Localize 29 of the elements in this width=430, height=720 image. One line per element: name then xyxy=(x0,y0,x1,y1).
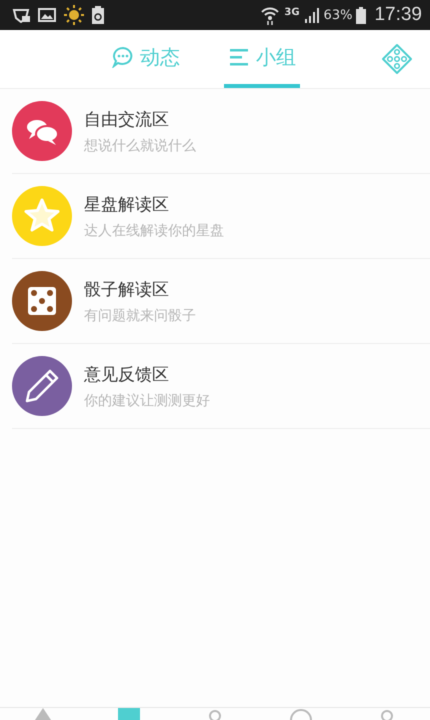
battery-saver-icon xyxy=(92,6,104,24)
group-title: 星盘解读区 xyxy=(84,194,170,216)
group-title: 骰子解读区 xyxy=(84,278,170,300)
lines-icon xyxy=(228,46,250,68)
speech-bubble-icon xyxy=(112,46,134,68)
group-item[interactable]: 星盘解读区 达人在线解读你的星盘 xyxy=(12,174,430,259)
group-description: 达人在线解读你的星盘 xyxy=(84,222,224,240)
group-title: 自由交流区 xyxy=(84,108,170,130)
sun-icon xyxy=(64,5,84,25)
group-item[interactable]: 骰子解读区 有问题就来问骰子 xyxy=(12,259,430,344)
group-description: 你的建议让测测更好 xyxy=(84,392,210,410)
group-description: 有问题就来问骰子 xyxy=(84,306,196,324)
battery-icon xyxy=(356,6,366,24)
speech-bubbles-icon xyxy=(12,101,72,161)
clock-time: 17:39 xyxy=(374,4,422,26)
group-description: 想说什么就说什么 xyxy=(84,136,196,154)
image-icon xyxy=(38,8,56,22)
battery-percent: 63% xyxy=(324,8,352,22)
dice-icon xyxy=(12,271,72,331)
pencil-icon xyxy=(12,356,72,416)
group-title: 意见反馈区 xyxy=(84,364,170,386)
network-type: 3G xyxy=(284,7,300,18)
signal-icon xyxy=(304,7,320,23)
dice-icon[interactable] xyxy=(381,43,413,75)
group-item[interactable]: 自由交流区 想说什么就说什么 xyxy=(12,89,430,174)
shield-icon xyxy=(12,7,30,23)
square-icon[interactable] xyxy=(117,708,141,720)
group-item[interactable]: 意见反馈区 你的建议让测测更好 xyxy=(12,344,430,429)
wifi-icon xyxy=(260,5,280,25)
